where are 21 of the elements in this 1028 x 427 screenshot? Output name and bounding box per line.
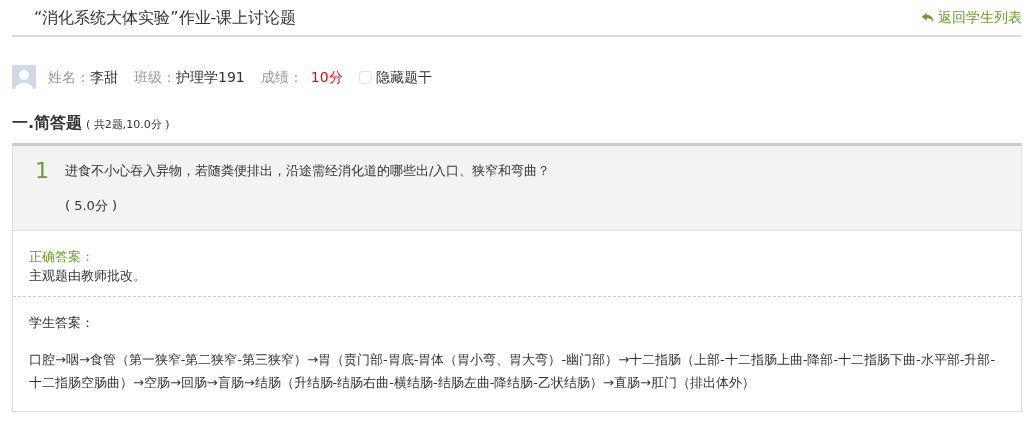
student-answer-label: 学生答案： [29,313,95,332]
page-title: “消化系统大体实验”作业-课上讨论题 [34,6,297,29]
correct-answer-label: 正确答案： [29,247,95,266]
back-link[interactable]: 返回学生列表 [921,7,1022,28]
class-value: 护理学191 [176,67,245,87]
section-title: 一.简答题 [12,112,83,134]
class-label: 班级： [134,67,176,87]
checkbox-label: 隐藏题干 [375,67,432,87]
correct-answer-text: 主观题由教师批改。 [29,267,147,285]
section-summary: ( 共2题,10.0分 ) [86,117,170,133]
score-label: 成绩： [260,67,303,87]
student-answer-text: 口腔→咽→食管（第一狭窄-第二狭窄-第三狭窄）→胃（贲门部-胃底-胃体（胃小弯、胃大弯）-幽门部）→十二指肠（上部-十二指肠上曲-降部-十二指肠下曲-水平部-升部-十二指肠空肠曲）→空肠→回肠→盲肠→结肠（升结肠-结肠右曲-横结肠-结肠左曲-降结肠-乙状结肠）→直肠→肛门（排出体外） [29,351,997,393]
hide-stem-checkbox[interactable] [358,70,372,84]
score-value: 10分 [310,67,343,87]
question-points: ( 5.0分 ) [65,197,118,215]
student-name: 李甜 [90,67,118,87]
back-arrow-icon [921,11,934,24]
question-text: 进食不小心吞入异物，若随粪便排出，沿途需经消化道的哪些出/入口、狭窄和弯曲？ [65,162,551,181]
avatar-icon [12,65,36,89]
question-number: 1 [35,160,50,182]
name-label: 姓名： [48,67,90,87]
